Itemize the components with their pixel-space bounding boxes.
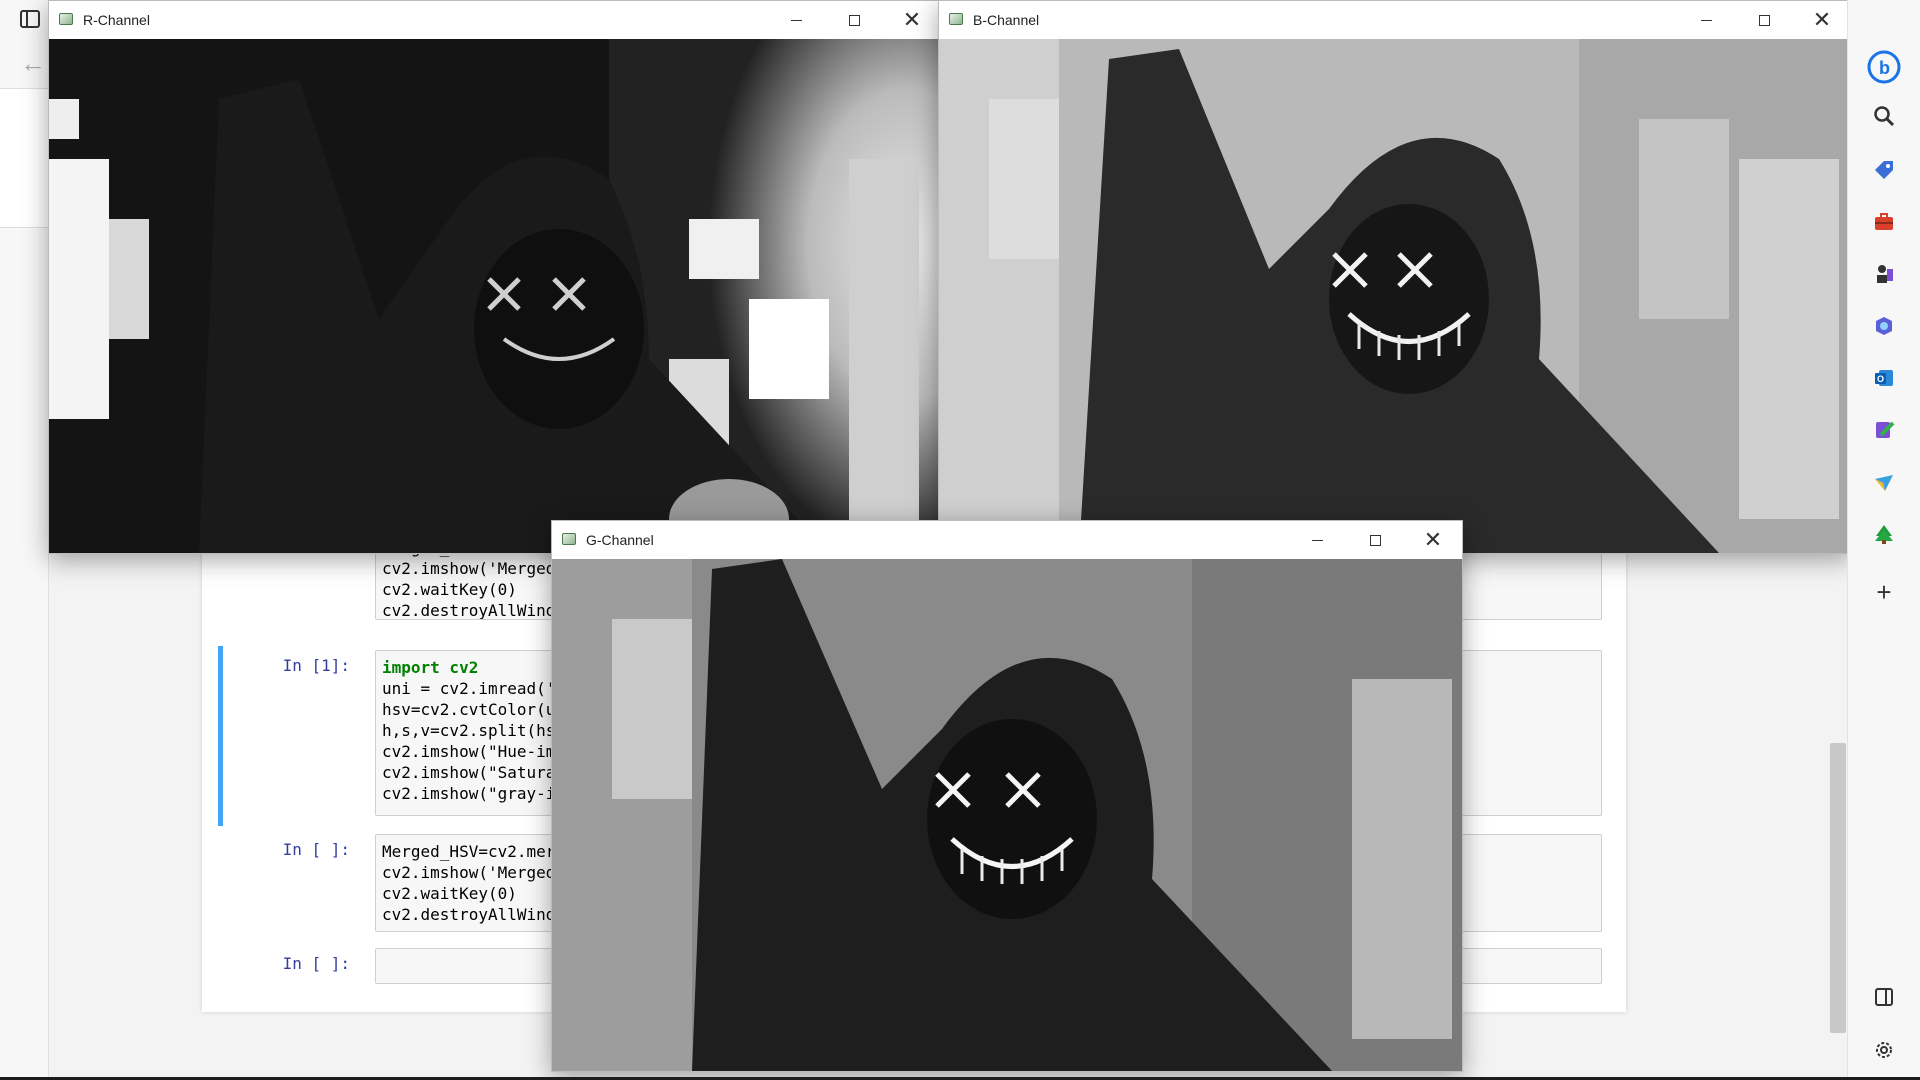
split-view-icon[interactable] [1872,985,1896,1009]
tab-actions-icon[interactable] [20,10,40,28]
bing-icon[interactable]: b [1867,50,1901,84]
minimize-button[interactable] [1677,1,1735,39]
window-title: G-Channel [586,532,654,548]
browser-left-strip: ← [0,0,49,1080]
app-icon [562,533,576,545]
window-titlebar[interactable]: R-Channel ✕ [49,1,941,39]
cell-prompt: In [1]: [282,656,350,675]
maximize-button[interactable] [825,1,883,39]
close-button[interactable]: ✕ [883,1,941,39]
close-button[interactable]: ✕ [1793,1,1851,39]
edge-sidebar: b O + [1847,0,1920,1080]
left-panel [0,88,48,228]
office-icon[interactable] [1872,314,1896,338]
tree-icon[interactable] [1872,522,1896,546]
channel-image [939,39,1851,553]
maximize-button[interactable] [1346,521,1404,559]
minimize-button[interactable] [1288,521,1346,559]
g-channel-image [552,559,1462,1071]
settings-icon[interactable] [1872,1038,1896,1062]
tag-icon[interactable] [1872,158,1896,182]
g-channel-window[interactable]: G-Channel ✕ [551,520,1463,1072]
minimize-button[interactable] [767,1,825,39]
chess-icon[interactable] [1872,262,1896,286]
close-button[interactable]: ✕ [1404,521,1462,559]
search-icon[interactable] [1872,104,1896,128]
app-icon [59,13,73,25]
window-title: B-Channel [973,12,1040,28]
window-titlebar[interactable]: G-Channel ✕ [552,521,1462,559]
cell-prompt: In [ ]: [282,840,350,859]
briefcase-icon[interactable] [1872,210,1896,234]
channel-image [552,559,1462,1071]
r-channel-window[interactable]: R-Channel ✕ [48,0,942,554]
app-icon [949,13,963,25]
page-scrollbar[interactable] [1830,743,1846,1033]
b-channel-window[interactable]: B-Channel ✕ [938,0,1852,554]
channel-image [49,39,941,553]
designer-icon[interactable] [1872,418,1896,442]
send-icon[interactable] [1872,470,1896,494]
maximize-button[interactable] [1735,1,1793,39]
r-channel-image [49,39,941,553]
cell-prompt: In [ ]: [282,954,350,973]
window-titlebar[interactable]: B-Channel ✕ [939,1,1851,39]
svg-text:b: b [1879,58,1890,78]
outlook-icon[interactable]: O [1872,366,1896,390]
back-arrow-icon[interactable]: ← [20,48,46,79]
svg-text:O: O [1877,374,1884,384]
window-title: R-Channel [83,12,150,28]
plus-icon[interactable]: + [1872,577,1896,607]
b-channel-image [939,39,1851,553]
